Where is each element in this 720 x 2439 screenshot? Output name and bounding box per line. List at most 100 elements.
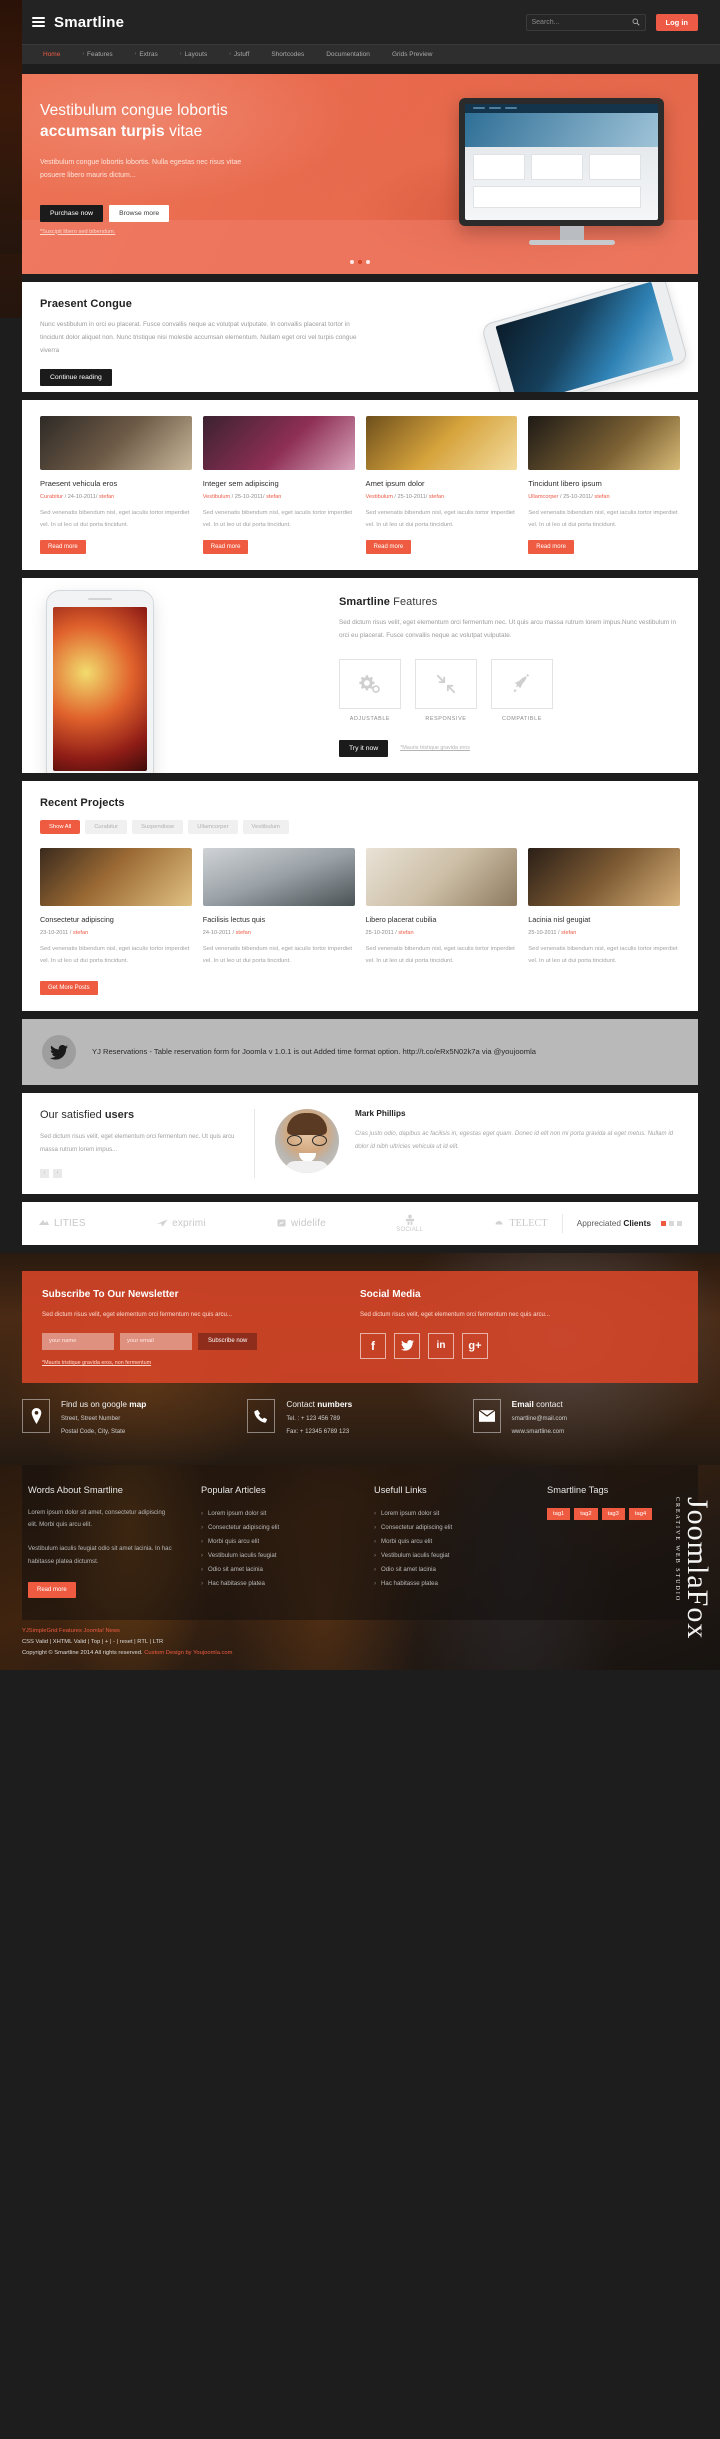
purchase-now-button[interactable]: Purchase now [40,204,104,222]
blog-category[interactable]: Vestibulum [366,494,393,500]
hero-pagination[interactable] [350,260,370,264]
tag-item[interactable]: tag3 [601,1507,625,1520]
subscribe-button[interactable]: Subscribe now [198,1332,258,1350]
blog-author[interactable]: stefan [429,494,444,500]
client-logo-telect[interactable]: TELECT [493,1218,548,1229]
list-item[interactable]: Hac habitasse platea [201,1577,346,1591]
list-item[interactable]: Lorem ipsum dolor sit [201,1507,346,1521]
hero-dot-1[interactable] [350,260,354,264]
search-box[interactable] [525,13,646,31]
nav-item-home[interactable]: Home [32,51,71,58]
filter-curabitur[interactable]: Curabitur [85,819,128,834]
nav-item-jstuff[interactable]: › Jstuff [218,51,260,58]
blog-category[interactable]: Ullamcorper [528,494,558,500]
tag-item[interactable]: tag1 [547,1507,571,1520]
blog-thumbnail[interactable] [40,416,192,470]
bottom-links-row-1[interactable]: YJSimpleGrid Features Joomla! News [22,1628,698,1634]
twitter-icon[interactable] [42,1035,76,1069]
blog-title[interactable]: Integer sem adipiscing [203,479,355,488]
hero-dot-3[interactable] [366,260,370,264]
list-item[interactable]: Morbi quis arcu elit [201,1535,346,1549]
blog-thumbnail[interactable] [528,416,680,470]
client-logo-socialll[interactable]: SOCIALL [396,1214,423,1233]
googleplus-icon[interactable]: g+ [462,1332,488,1359]
blog-author[interactable]: stefan [594,494,609,500]
filter-ullamcorper[interactable]: Ullamcorper [188,819,238,834]
project-author[interactable]: stefan [561,930,576,936]
nav-item-layouts[interactable]: › Layouts [169,51,218,58]
filter-vestibulum[interactable]: Vestibulum [242,819,289,834]
read-more-button[interactable]: Read more [40,540,86,555]
email-input[interactable] [120,1332,192,1350]
hero-note-link[interactable]: *Suscipit libero sed bibendum. [40,229,115,235]
clients-dot-2[interactable] [669,1220,674,1226]
nav-item-features[interactable]: › Features [71,51,123,58]
footer-read-more-button[interactable]: Read more [28,1581,76,1598]
read-more-button[interactable]: Read more [202,540,249,555]
clients-dot-1[interactable] [661,1220,666,1226]
blog-title[interactable]: Praesent vehicula eros [40,479,192,488]
list-item[interactable]: Morbi quis arcu elit [374,1535,519,1549]
copyright-link[interactable]: Custom Design by Youjoomla.com [144,1650,232,1656]
bottom-links-row-2[interactable]: CSS Valid | XHTML Valid | Top | + | - | … [22,1639,698,1645]
newsletter-note-link[interactable]: *Mauris tristique gravida eros, non ferm… [42,1360,151,1366]
tag-item[interactable]: tag2 [574,1507,598,1520]
twitter-icon[interactable] [394,1332,420,1359]
blog-author[interactable]: stefan [266,494,281,500]
blog-title[interactable]: Tincidunt libero ipsum [528,479,680,488]
list-item[interactable]: Consectetur adipiscing elit [374,1521,519,1535]
client-logo-widelife[interactable]: widelife [276,1218,326,1229]
blog-title[interactable]: Amet ipsum dolor [366,479,518,488]
blog-category[interactable]: Curabitur [40,494,63,500]
try-it-now-button[interactable]: Try it now [338,739,389,757]
read-more-button[interactable]: Read more [365,540,412,555]
filter-show-all[interactable]: Show All [40,819,81,834]
list-item[interactable]: Consectetur adipiscing elit [201,1521,346,1535]
project-author[interactable]: stefan [73,930,88,936]
blog-thumbnail[interactable] [365,416,518,470]
project-thumbnail[interactable] [528,847,680,906]
next-button[interactable]: › [53,1168,62,1178]
name-input[interactable] [42,1332,114,1350]
project-author[interactable]: stefan [236,930,251,936]
facebook-icon[interactable]: f [360,1332,386,1359]
list-item[interactable]: Vestibulum iaculis feugiat [201,1549,346,1563]
linkedin-icon[interactable]: in [428,1332,454,1359]
list-item[interactable]: Odio sit amet lacinia [374,1563,519,1577]
filter-suspendisse[interactable]: Suspendisse [132,819,184,834]
list-item[interactable]: Lorem ipsum dolor sit [374,1507,519,1521]
brand[interactable]: Smartline [32,14,124,31]
feature-item[interactable]: COMPATIBLE [490,658,553,722]
nav-item-documentation[interactable]: Documentation [315,51,381,58]
hamburger-icon[interactable] [32,16,45,28]
client-logo-lities[interactable]: LITIES [38,1218,86,1229]
project-title[interactable]: Lacinia nisl geugiat [528,915,680,924]
feature-item[interactable]: ADJUSTABLE [338,658,401,722]
hero-dot-2[interactable] [358,260,362,264]
project-thumbnail[interactable] [40,847,192,906]
blog-author[interactable]: stefan [99,494,114,500]
list-item[interactable]: Vestibulum iaculis feugiat [374,1549,519,1563]
clients-dot-3[interactable] [677,1220,682,1226]
nav-item-grids-preview[interactable]: Grids Preview [381,51,443,58]
search-icon[interactable] [632,18,640,26]
features-note-link[interactable]: *Mauris tristique gravida eros [400,745,470,751]
prev-button[interactable]: ‹ [40,1168,49,1178]
nav-item-extras[interactable]: › Extras [124,51,169,58]
continue-reading-button[interactable]: Continue reading [40,369,112,387]
project-title[interactable]: Facilisis lectus quis [203,915,355,924]
project-title[interactable]: Consectetur adipiscing [40,915,192,924]
browse-more-button[interactable]: Browse more [109,204,170,222]
blog-category[interactable]: Vestibulum [203,494,230,500]
get-more-posts-button[interactable]: Get More Posts [40,981,98,995]
project-title[interactable]: Libero placerat cubilia [366,915,518,924]
nav-item-shortcodes[interactable]: Shortcodes [260,51,315,58]
feature-item[interactable]: RESPONSIVE [414,658,477,722]
list-item[interactable]: Odio sit amet lacinia [201,1563,346,1577]
login-button[interactable]: Log in [655,13,698,31]
project-thumbnail[interactable] [365,847,518,906]
client-logo-exprimi[interactable]: exprimi [156,1218,206,1229]
read-more-button[interactable]: Read more [528,540,574,555]
tag-item[interactable]: tag4 [628,1507,653,1520]
blog-thumbnail[interactable] [202,416,355,470]
